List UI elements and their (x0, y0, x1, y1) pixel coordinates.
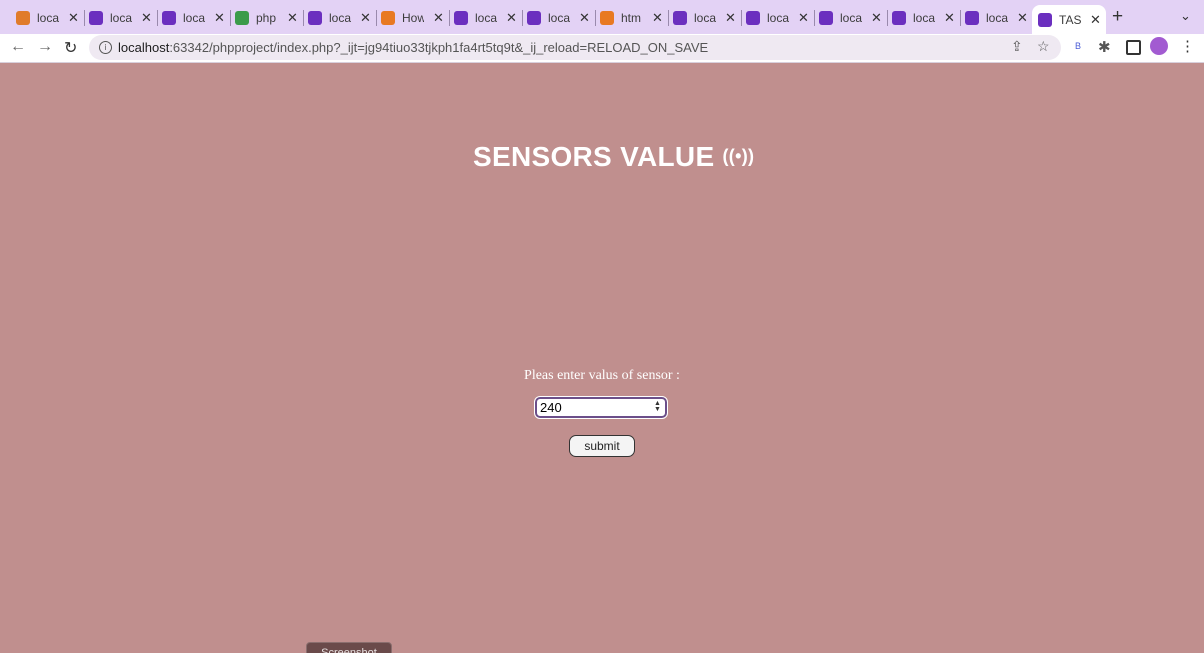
tab-separator (960, 10, 961, 26)
tab[interactable]: loca ✕ (819, 5, 882, 31)
tab-label: loca (37, 11, 59, 25)
tab[interactable]: php ✕ (235, 5, 298, 31)
tab-label: loca (475, 11, 497, 25)
tab-close-icon[interactable]: ✕ (871, 10, 882, 26)
tab-label: TAS (1059, 12, 1081, 27)
address-bar[interactable]: i localhost:63342/phpproject/index.php?_… (89, 35, 1061, 60)
stackoverflow-icon (600, 11, 614, 25)
tab-close-icon[interactable]: ✕ (944, 10, 955, 26)
tab-label: loca (913, 11, 935, 25)
profile-avatar[interactable] (1150, 37, 1168, 55)
tab-close-icon[interactable]: ✕ (141, 10, 152, 26)
phpstorm-icon (308, 11, 322, 25)
extension-b-icon[interactable]: B (1075, 41, 1081, 51)
phpstorm-icon (162, 11, 176, 25)
page-body: SENSORS VALUE ((•)) Pleas enter valus of… (0, 63, 1204, 653)
tab-separator (741, 10, 742, 26)
tab-separator (230, 10, 231, 26)
new-tab-button[interactable]: + (1112, 6, 1123, 28)
phpstorm-icon (746, 11, 760, 25)
tab-close-icon[interactable]: ✕ (579, 10, 590, 26)
tab[interactable]: htm ✕ (600, 5, 663, 31)
tab[interactable]: loca ✕ (16, 5, 79, 31)
phpstorm-icon (527, 11, 541, 25)
phpstorm-icon (673, 11, 687, 25)
tab[interactable]: How ✕ (381, 5, 444, 31)
tab-close-icon[interactable]: ✕ (360, 10, 371, 26)
tab-close-icon[interactable]: ✕ (798, 10, 809, 26)
number-stepper-icon[interactable]: ▲ ▼ (654, 400, 661, 413)
tab-close-icon[interactable]: ✕ (68, 10, 79, 26)
tab[interactable]: TAS ✕ (1032, 5, 1106, 34)
phpstorm-icon (454, 11, 468, 25)
phpstorm-icon (89, 11, 103, 25)
browser-toolbar: ← → ↻ i localhost:63342/phpproject/index… (0, 34, 1204, 63)
tab-label: loca (694, 11, 716, 25)
tab-label: loca (329, 11, 351, 25)
tab-label: htm (621, 11, 642, 25)
tab-separator (449, 10, 450, 26)
tab-close-icon[interactable]: ✕ (287, 10, 298, 26)
tab[interactable]: loca ✕ (162, 5, 225, 31)
site-info-icon[interactable]: i (99, 41, 112, 54)
url-text[interactable]: localhost:63342/phpproject/index.php?_ij… (118, 40, 708, 55)
tab-separator (157, 10, 158, 26)
screenshot-button[interactable]: Screenshot (306, 642, 392, 653)
tab-separator (84, 10, 85, 26)
phpstorm-icon (965, 11, 979, 25)
back-button[interactable]: ← (10, 38, 26, 56)
tab-separator (814, 10, 815, 26)
tab-separator (668, 10, 669, 26)
tab-label: How (402, 11, 424, 25)
tab-close-icon[interactable]: ✕ (433, 10, 444, 26)
tab-label: loca (986, 11, 1008, 25)
page-title: SENSORS VALUE ((•)) (473, 141, 755, 172)
stackoverflow-icon (381, 11, 395, 25)
sensor-value-input[interactable] (534, 396, 668, 419)
reload-button[interactable]: ↻ (64, 38, 77, 58)
tab[interactable]: loca ✕ (892, 5, 955, 31)
tab[interactable]: loca ✕ (673, 5, 736, 31)
forward-button[interactable]: → (37, 38, 53, 56)
pma-icon (16, 11, 30, 25)
bookmark-star-icon[interactable]: ☆ (1037, 38, 1050, 55)
tab-close-icon[interactable]: ✕ (1090, 12, 1101, 28)
phpstorm-icon (819, 11, 833, 25)
tab-label: loca (548, 11, 570, 25)
tab-close-icon[interactable]: ✕ (1017, 10, 1028, 26)
phpstorm-icon (1038, 12, 1052, 27)
browser-menu-icon[interactable]: ⋮ (1180, 37, 1195, 55)
share-icon[interactable]: ⇪ (1011, 38, 1023, 55)
tab[interactable]: loca ✕ (89, 5, 152, 31)
tab-separator (522, 10, 523, 26)
tab-label: loca (183, 11, 205, 25)
tab[interactable]: loca ✕ (527, 5, 590, 31)
tab-search-chevron-icon[interactable]: ⌄ (1180, 8, 1191, 24)
tab-strip: loca ✕ loca ✕ loca ✕ php ✕ loca ✕ How ✕ loca ✕ loca ✕ ht… (0, 0, 1204, 34)
tab-close-icon[interactable]: ✕ (214, 10, 225, 26)
tab-separator (303, 10, 304, 26)
tab[interactable]: loca ✕ (454, 5, 517, 31)
tab-separator (376, 10, 377, 26)
browser-window: loca ✕ loca ✕ loca ✕ php ✕ loca ✕ How ✕ loca ✕ loca ✕ ht… (0, 0, 1204, 653)
tab[interactable]: loca ✕ (308, 5, 371, 31)
tab-label: loca (767, 11, 789, 25)
tools-icon (235, 11, 249, 25)
tab-separator (595, 10, 596, 26)
extensions-puzzle-icon[interactable]: ✱ (1098, 38, 1111, 56)
tab-label: loca (110, 11, 132, 25)
tab-separator (887, 10, 888, 26)
tab[interactable]: loca ✕ (746, 5, 809, 31)
tab-close-icon[interactable]: ✕ (506, 10, 517, 26)
broadcast-icon: ((•)) (722, 146, 755, 166)
tab-close-icon[interactable]: ✕ (725, 10, 736, 26)
submit-button[interactable]: submit (569, 435, 635, 457)
phpstorm-icon (892, 11, 906, 25)
tab-label: loca (840, 11, 862, 25)
tab[interactable]: loca ✕ (965, 5, 1028, 31)
sensor-prompt-label: Pleas enter valus of sensor : (524, 368, 680, 383)
tab-label: php (256, 11, 277, 25)
tab-close-icon[interactable]: ✕ (652, 10, 663, 26)
side-panel-icon[interactable] (1126, 40, 1141, 55)
